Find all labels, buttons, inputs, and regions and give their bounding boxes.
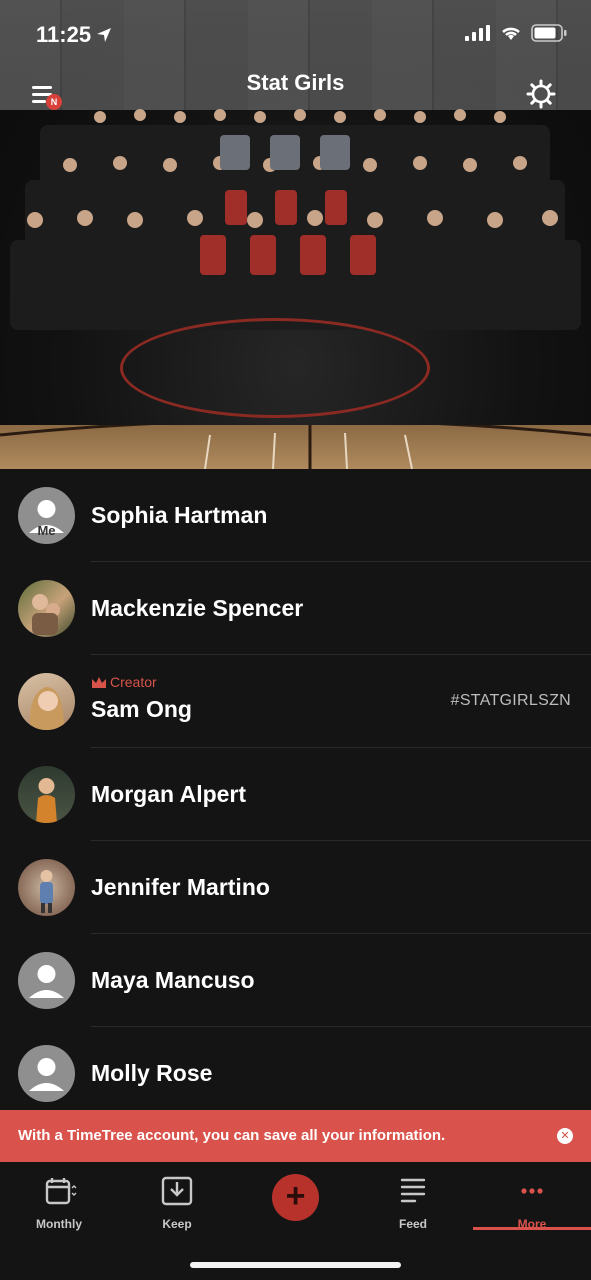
settings-button[interactable] <box>525 78 557 110</box>
member-name: Sophia Hartman <box>91 502 268 528</box>
member-name: Molly Rose <box>91 1060 213 1086</box>
close-icon[interactable]: ✕ <box>557 1128 573 1144</box>
me-label: Me <box>37 523 56 538</box>
court-circle <box>120 318 430 418</box>
member-row[interactable]: Morgan Alpert <box>0 748 591 841</box>
default-avatar-icon <box>18 1045 75 1102</box>
member-name: Morgan Alpert <box>91 781 247 807</box>
member-avatar-photo <box>18 580 75 637</box>
notification-badge: N <box>46 94 62 110</box>
member-row[interactable]: Jennifer Martino <box>0 841 591 934</box>
member-name: Sam Ong <box>91 696 192 722</box>
default-avatar-icon: Me <box>18 487 75 544</box>
dots-icon <box>521 1188 543 1194</box>
member-avatar-photo <box>18 859 75 916</box>
plus-icon: + <box>285 1177 306 1215</box>
member-list: Me Sophia Hartman Mackenzie Spencer Crea… <box>0 469 591 1120</box>
location-arrow-icon <box>97 28 111 42</box>
calendar-title: Stat Girls <box>246 70 345 95</box>
member-avatar-photo <box>18 673 75 730</box>
calendar-icon <box>45 1178 77 1205</box>
creator-label: Creator <box>91 674 157 690</box>
tab-label: Feed <box>398 1217 427 1231</box>
member-row[interactable]: Creator Sam Ong #STATGIRLSZN <box>0 655 591 748</box>
member-name: Jennifer Martino <box>91 874 270 900</box>
team-photo-illustration <box>10 109 581 330</box>
court-lines <box>0 425 591 469</box>
member-row[interactable]: Mackenzie Spencer <box>0 562 591 655</box>
download-tray-icon <box>161 1176 193 1206</box>
member-name: Mackenzie Spencer <box>91 595 304 621</box>
wifi-icon <box>502 27 520 40</box>
tab-keep[interactable]: Keep <box>118 1176 236 1231</box>
clock: 11:25 <box>36 22 92 47</box>
crown-icon <box>92 676 106 688</box>
battery-icon <box>531 24 567 42</box>
creator-text: Creator <box>110 674 157 690</box>
menu-button[interactable]: N <box>30 82 66 112</box>
status-bar: 11:25 <box>0 0 591 70</box>
member-row[interactable]: Me Sophia Hartman <box>0 469 591 562</box>
tab-feed[interactable]: Feed <box>354 1176 472 1231</box>
signal-icon <box>465 25 490 41</box>
member-name: Maya Mancuso <box>91 967 255 993</box>
member-row[interactable]: Molly Rose <box>0 1027 591 1120</box>
home-indicator[interactable] <box>190 1262 401 1268</box>
tab-monthly[interactable]: Monthly <box>0 1176 118 1231</box>
member-row[interactable]: Maya Mancuso <box>0 934 591 1027</box>
tab-more[interactable]: More <box>473 1176 591 1231</box>
active-tab-indicator <box>473 1227 591 1230</box>
tab-label: Keep <box>162 1217 192 1231</box>
calendar-cover-photo: 11:25 Stat Girls N <box>0 0 591 469</box>
gear-icon <box>526 79 556 109</box>
default-avatar-icon <box>18 952 75 1009</box>
banner-text: With a TimeTree account, you can save al… <box>18 1127 446 1144</box>
account-banner[interactable]: With a TimeTree account, you can save al… <box>0 1110 591 1162</box>
tab-label: Monthly <box>36 1217 82 1231</box>
lines-icon <box>400 1178 426 1203</box>
add-event-button[interactable]: + <box>272 1174 319 1221</box>
member-avatar-photo <box>18 766 75 823</box>
member-hashtag: #STATGIRLSZN <box>450 692 571 709</box>
